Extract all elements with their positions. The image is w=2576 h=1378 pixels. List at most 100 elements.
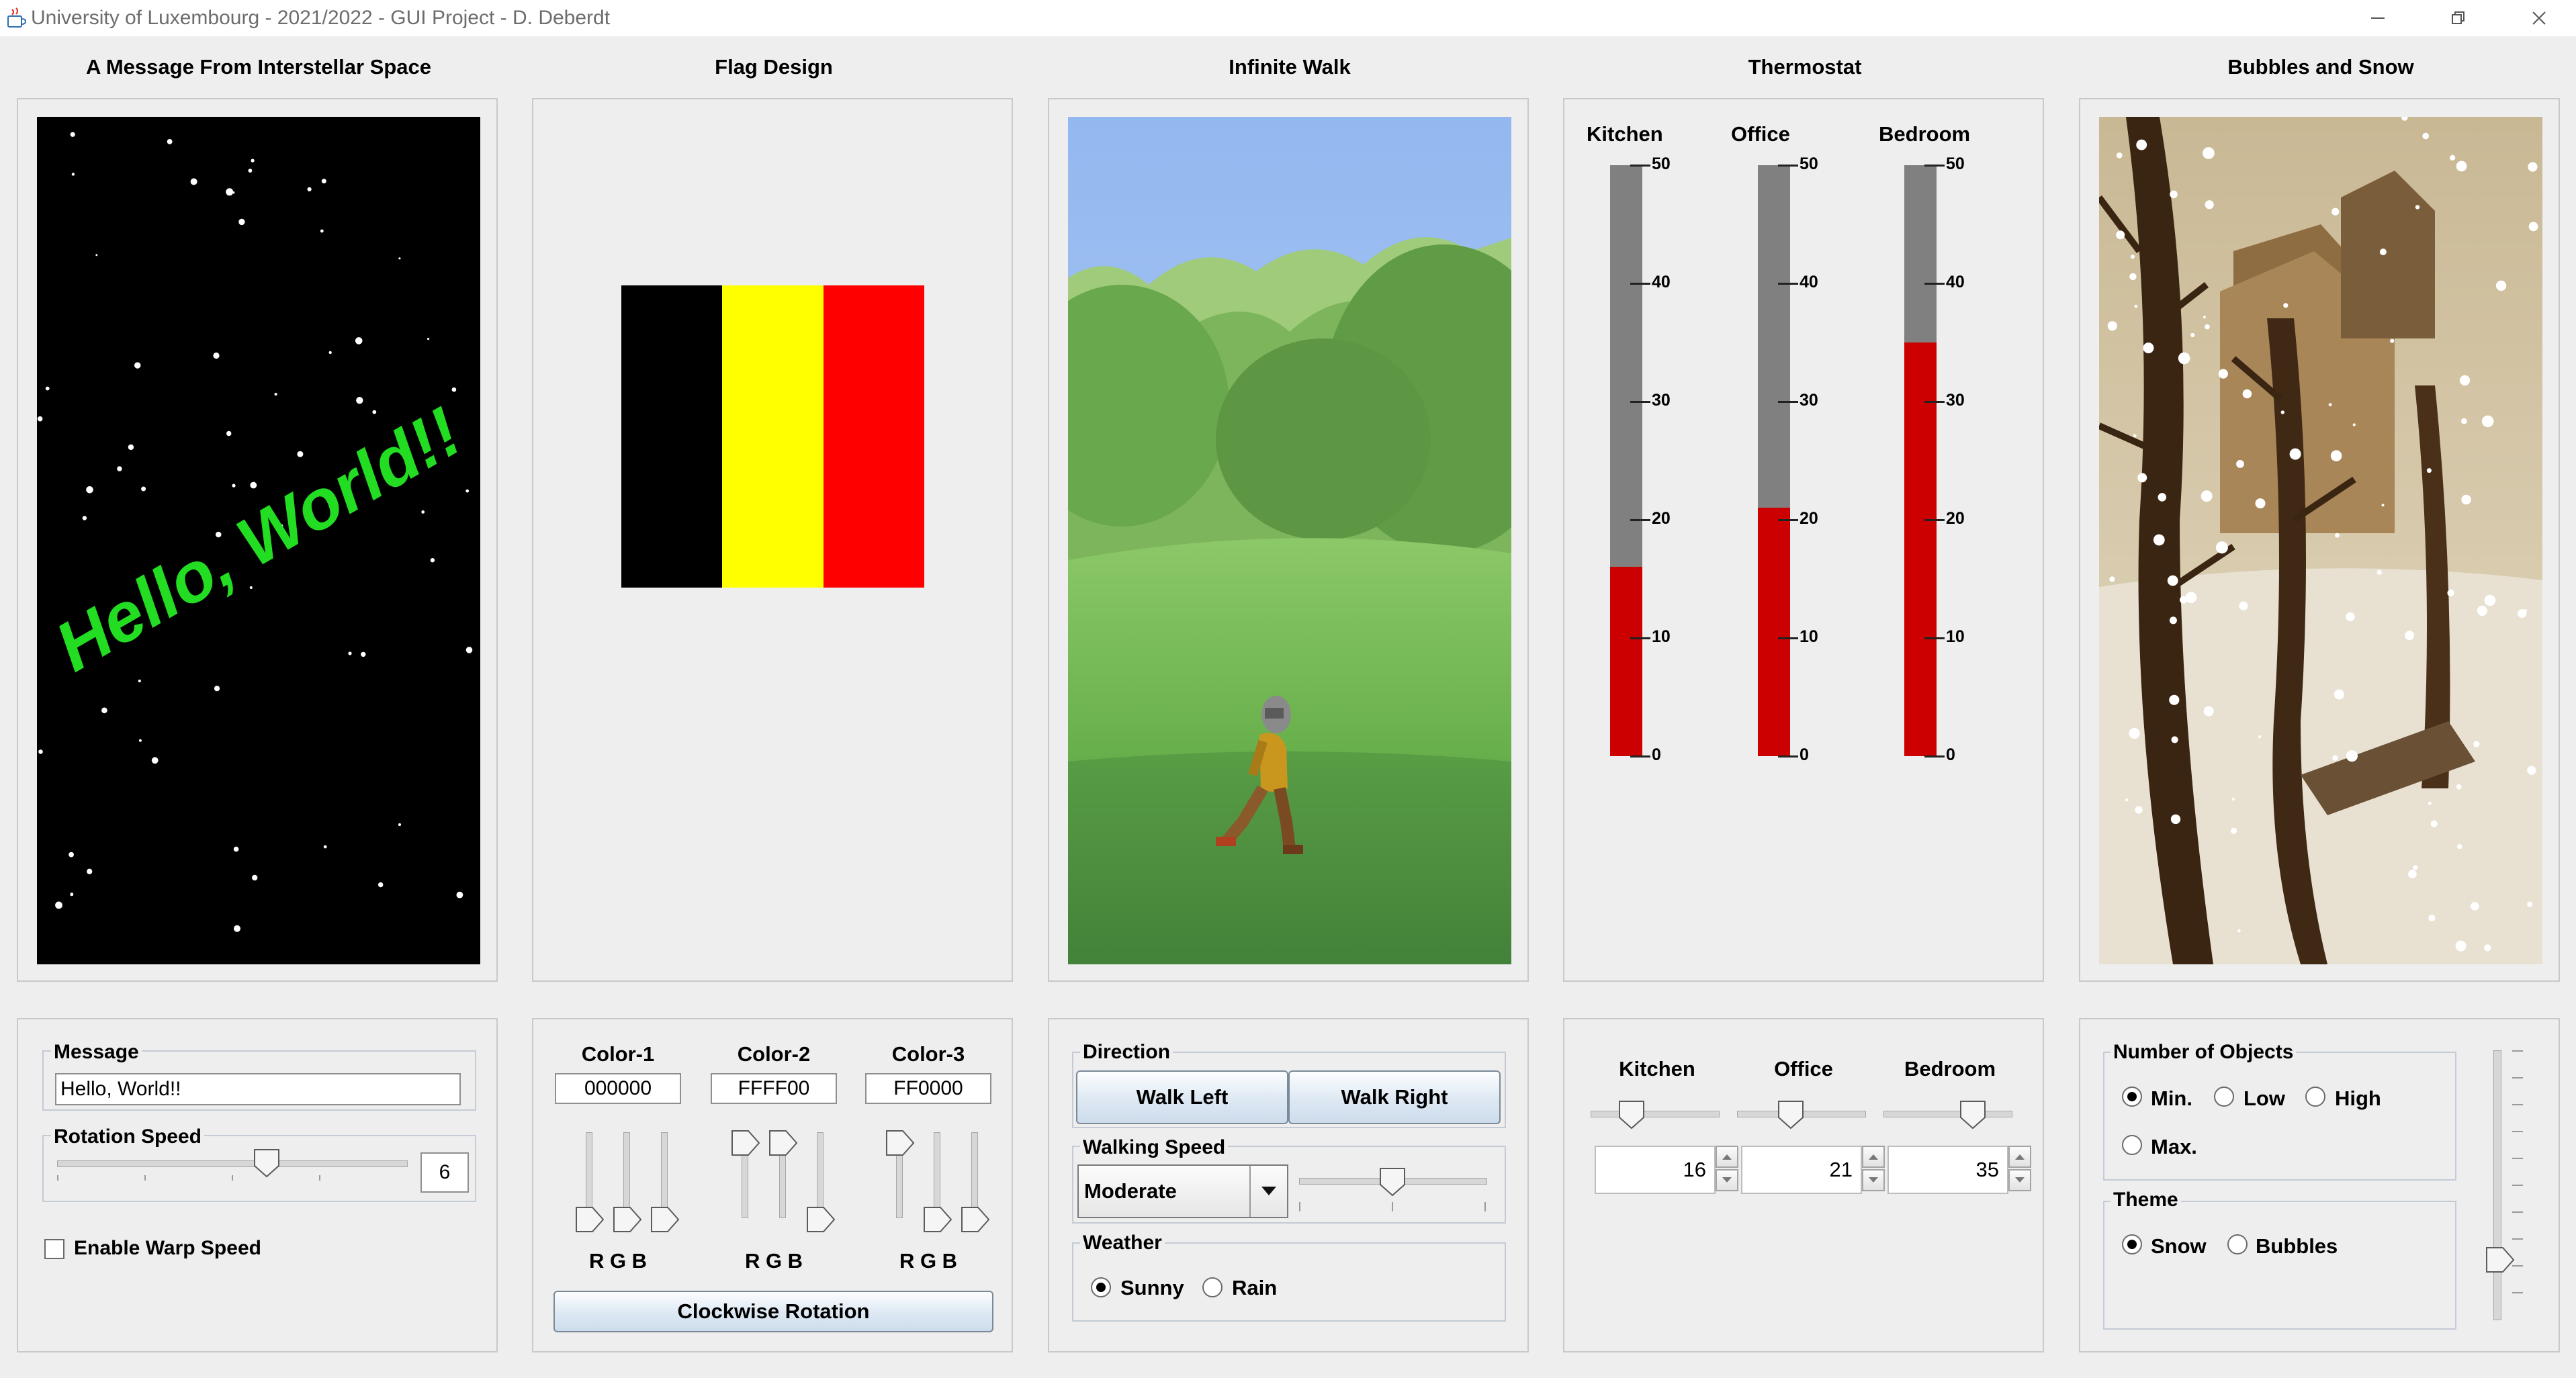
color-1-green-slider-track[interactable]: [623, 1132, 630, 1218]
kitchen-slider-thumb[interactable]: [1618, 1100, 1645, 1130]
color-1-blue-slider-thumb[interactable]: [650, 1206, 680, 1233]
star: [328, 351, 332, 355]
color-1-green-slider-thumb[interactable]: [613, 1206, 642, 1233]
objects-max-radio[interactable]: [2122, 1135, 2142, 1155]
star: [398, 823, 402, 827]
clockwise-rotation-button[interactable]: Clockwise Rotation: [553, 1291, 993, 1332]
star: [252, 874, 258, 881]
theme-bubbles-radio[interactable]: [2227, 1234, 2248, 1254]
flag-stripe-3: [823, 285, 924, 588]
walking-speed-dropdown[interactable]: Moderate: [1077, 1164, 1288, 1218]
walking-speed-slider-thumb[interactable]: [1379, 1167, 1406, 1197]
rotation-slider-track[interactable]: [57, 1160, 408, 1167]
color-2-blue-slider-track[interactable]: [817, 1132, 824, 1218]
panel-title-thermostat: Thermostat: [1748, 55, 1862, 79]
gauge-tick-label: 0: [1800, 745, 1809, 764]
color-2-hex-input[interactable]: FFFF00: [711, 1073, 837, 1104]
gauge-tick-mark: [1924, 165, 1945, 167]
star: [101, 707, 107, 714]
bedroom-spinner-up[interactable]: [2008, 1146, 2031, 1168]
color-3-green-slider-thumb[interactable]: [923, 1206, 952, 1233]
color-1-hex-input[interactable]: 000000: [555, 1073, 681, 1104]
color-3-blue-slider-track[interactable]: [971, 1132, 978, 1218]
snowflake: [2408, 870, 2417, 878]
restore-button[interactable]: [2422, 0, 2495, 36]
color-2-green-slider-thumb[interactable]: [768, 1130, 798, 1156]
snowflake: [2129, 273, 2137, 281]
close-button[interactable]: [2502, 0, 2576, 36]
gauge-label-office: Office: [1731, 122, 1790, 146]
bubbles-vertical-slider-track[interactable]: [2493, 1050, 2501, 1320]
color-3-blue-slider-thumb[interactable]: [961, 1206, 990, 1233]
color-1-blue-slider-track[interactable]: [661, 1132, 668, 1218]
color-3-green-slider-track[interactable]: [934, 1132, 940, 1218]
snowflake: [2190, 332, 2195, 338]
kitchen-spinner-up[interactable]: [1716, 1146, 1738, 1168]
color-2-blue-slider-thumb[interactable]: [806, 1206, 836, 1233]
flag-stripe-2: [722, 285, 824, 588]
selected-dot: [1096, 1283, 1106, 1292]
bedroom-spinner-value[interactable]: 35: [1887, 1146, 2008, 1194]
warp-speed-checkbox[interactable]: [44, 1239, 64, 1259]
minimize-button[interactable]: [2341, 0, 2415, 36]
rotation-value-field[interactable]: 6: [420, 1152, 469, 1193]
panel-title-walk: Infinite Walk: [1229, 55, 1351, 79]
snowflake: [2242, 389, 2252, 399]
star: [274, 392, 277, 396]
color-3-red-slider-thumb[interactable]: [885, 1130, 915, 1156]
panel-title-message: A Message From Interstellar Space: [86, 55, 431, 79]
color-2-red-slider-thumb[interactable]: [731, 1130, 760, 1156]
office-control-label: Office: [1774, 1057, 1833, 1081]
bubbles-vertical-slider-thumb[interactable]: [2485, 1246, 2515, 1273]
star: [117, 466, 122, 471]
kitchen-spinner-value[interactable]: 16: [1595, 1146, 1716, 1194]
weather-rain-radio[interactable]: [1202, 1277, 1223, 1297]
chevron-up-icon: [1722, 1154, 1732, 1160]
office-slider-thumb[interactable]: [1777, 1100, 1804, 1130]
snowflake: [2484, 944, 2491, 952]
star: [226, 188, 234, 196]
snowflake: [2377, 569, 2382, 575]
snowflake: [2335, 533, 2340, 538]
message-input[interactable]: Hello, World!!: [55, 1073, 461, 1105]
gauge-tick-mark: [1630, 283, 1650, 285]
snowflake: [2527, 901, 2533, 907]
color-3-hex-input[interactable]: FF0000: [865, 1073, 991, 1104]
snowflake: [2136, 139, 2147, 150]
snowflake: [2390, 338, 2395, 343]
kitchen-slider-track[interactable]: [1591, 1111, 1720, 1117]
office-spinner-down[interactable]: [1862, 1169, 1885, 1191]
star: [321, 179, 326, 184]
snowflake: [2346, 612, 2355, 622]
star: [378, 882, 384, 888]
rotation-slider-thumb[interactable]: [253, 1148, 280, 1178]
gauge-tick-label: 40: [1800, 273, 1818, 291]
objects-low-radio[interactable]: [2214, 1087, 2234, 1107]
snowflake: [2215, 541, 2228, 554]
snowflake: [2203, 706, 2214, 717]
office-spinner-up[interactable]: [1862, 1146, 1885, 1168]
star: [134, 362, 141, 369]
bedroom-spinner-down[interactable]: [2008, 1169, 2031, 1191]
walking-speed-selected: Moderate: [1084, 1179, 1177, 1203]
theme-snow-radio[interactable]: [2122, 1234, 2142, 1254]
color-1-red-slider-track[interactable]: [586, 1132, 592, 1218]
kitchen-spinner-down[interactable]: [1716, 1169, 1738, 1191]
objects-group-label: Number of Objects: [2111, 1041, 2297, 1064]
objects-min-radio[interactable]: [2122, 1087, 2142, 1107]
bedroom-slider-track[interactable]: [1883, 1111, 2012, 1117]
star: [190, 178, 197, 185]
office-spinner-value[interactable]: 21: [1741, 1146, 1862, 1194]
star: [348, 651, 352, 655]
weather-sunny-radio[interactable]: [1091, 1277, 1111, 1297]
snowflake: [2289, 448, 2301, 460]
walk-left-button[interactable]: Walk Left: [1076, 1070, 1288, 1124]
gauge-tick-mark: [1924, 637, 1945, 639]
gauge-tick-label: 30: [1946, 391, 1965, 410]
walk-right-button[interactable]: Walk Right: [1288, 1070, 1501, 1124]
color-1-red-slider-thumb[interactable]: [575, 1206, 605, 1233]
bedroom-slider-thumb[interactable]: [1959, 1100, 1986, 1130]
gauge-tick-label: 30: [1800, 391, 1818, 410]
objects-high-radio[interactable]: [2305, 1087, 2325, 1107]
chevron-down-icon[interactable]: [1249, 1166, 1287, 1217]
